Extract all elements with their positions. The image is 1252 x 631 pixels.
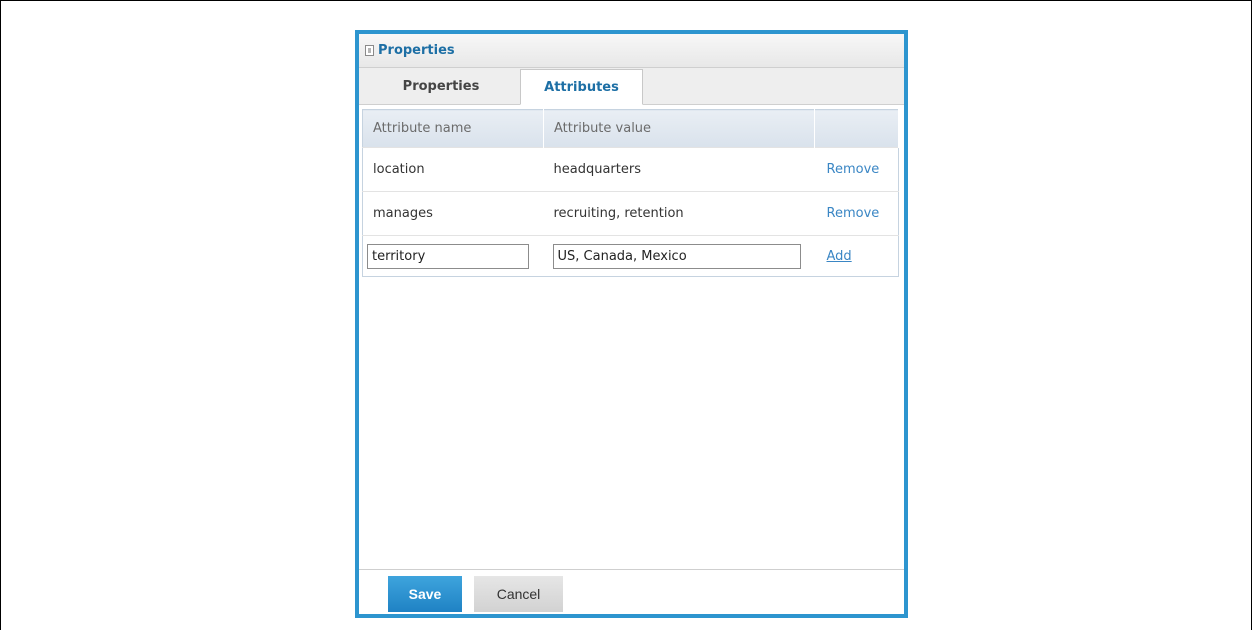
column-header-attribute-value: Attribute value bbox=[543, 109, 815, 148]
action-cell: Remove bbox=[814, 191, 899, 236]
action-cell: Remove bbox=[814, 147, 899, 192]
table-header-row: Attribute name Attribute value bbox=[362, 109, 899, 148]
new-attribute-value-input[interactable] bbox=[552, 243, 801, 269]
remove-link-manages[interactable]: Remove bbox=[827, 206, 880, 221]
attribute-name-cell: manages bbox=[362, 191, 544, 236]
attribute-value-cell: recruiting, retention bbox=[543, 191, 815, 236]
column-header-action bbox=[814, 109, 899, 148]
remove-link-location[interactable]: Remove bbox=[827, 162, 880, 177]
column-header-attribute-name: Attribute name bbox=[362, 109, 544, 148]
properties-dialog: Properties Properties Attributes Attribu… bbox=[355, 30, 908, 618]
table-row: location headquarters Remove bbox=[362, 147, 899, 192]
save-button[interactable]: Save bbox=[388, 576, 462, 612]
add-attribute-link[interactable]: Add bbox=[827, 249, 852, 264]
attributes-table: Attribute name Attribute value location … bbox=[362, 109, 899, 277]
attribute-name-cell: location bbox=[362, 147, 544, 192]
new-attribute-name-input[interactable] bbox=[367, 243, 529, 269]
new-value-cell bbox=[543, 235, 815, 277]
page-frame: Properties Properties Attributes Attribu… bbox=[0, 0, 1252, 630]
attributes-panel: Attribute name Attribute value location … bbox=[359, 105, 904, 569]
tab-properties[interactable]: Properties bbox=[362, 69, 520, 104]
new-attribute-row: Add bbox=[362, 235, 899, 277]
tab-attributes[interactable]: Attributes bbox=[520, 69, 643, 105]
tab-bar: Properties Attributes bbox=[359, 68, 904, 105]
cancel-button[interactable]: Cancel bbox=[474, 576, 563, 612]
table-row: manages recruiting, retention Remove bbox=[362, 191, 899, 236]
attribute-value-cell: headquarters bbox=[543, 147, 815, 192]
dialog-title: Properties bbox=[378, 43, 455, 58]
new-action-cell: Add bbox=[814, 235, 899, 277]
panel-icon bbox=[365, 45, 374, 56]
new-name-cell bbox=[362, 235, 544, 277]
dialog-footer: Save Cancel bbox=[359, 569, 904, 614]
dialog-titlebar: Properties bbox=[359, 34, 904, 68]
